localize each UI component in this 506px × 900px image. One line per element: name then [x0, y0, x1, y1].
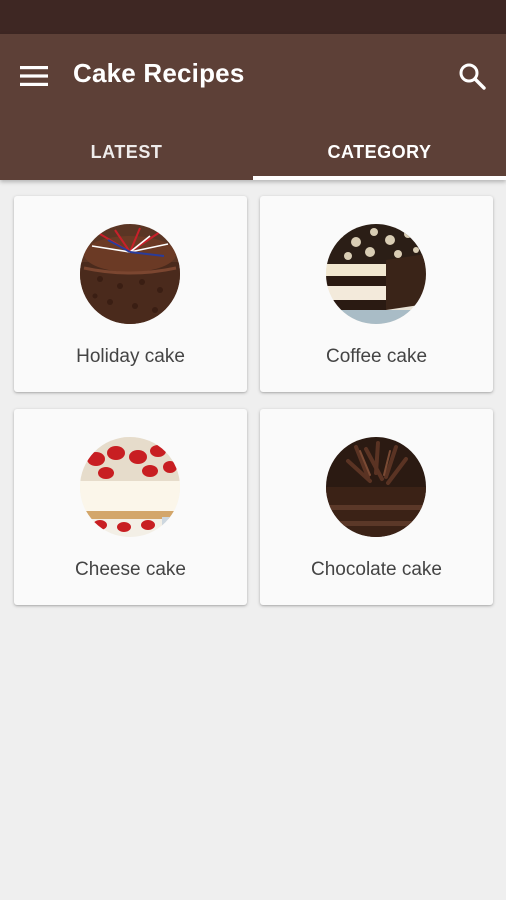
- category-card-cheese-cake[interactable]: Cheese cake: [14, 409, 247, 605]
- category-card-coffee-cake[interactable]: Coffee cake: [260, 196, 493, 392]
- menu-button[interactable]: [12, 54, 56, 98]
- chocolate-cake-image: [326, 437, 426, 537]
- category-label: Coffee cake: [325, 346, 428, 367]
- app-bar: Cake Recipes LATEST CATEGORY: [0, 34, 506, 180]
- search-icon: [459, 63, 486, 90]
- category-card-chocolate-cake[interactable]: Chocolate cake: [260, 409, 493, 605]
- tab-selected-indicator: [253, 176, 506, 180]
- tab-bar: LATEST CATEGORY: [0, 124, 506, 180]
- search-button[interactable]: [450, 54, 494, 98]
- tab-category-label: CATEGORY: [327, 141, 432, 162]
- category-label: Cheese cake: [75, 559, 186, 580]
- app-title: Cake Recipes: [73, 58, 245, 88]
- holiday-cake-image: [80, 224, 180, 324]
- tab-category[interactable]: CATEGORY: [253, 124, 506, 180]
- coffee-cake-image: [326, 224, 426, 324]
- hamburger-menu-icon: [20, 66, 48, 86]
- tab-latest-label: LATEST: [90, 141, 163, 162]
- tab-latest[interactable]: LATEST: [0, 124, 253, 180]
- status-bar: [0, 0, 506, 34]
- category-label: Chocolate cake: [311, 559, 442, 580]
- cheese-cake-image: [80, 437, 180, 537]
- category-grid: Holiday cake Coffee cake Cheese cake Cho…: [14, 196, 494, 605]
- category-card-holiday-cake[interactable]: Holiday cake: [14, 196, 247, 392]
- category-label: Holiday cake: [76, 346, 185, 367]
